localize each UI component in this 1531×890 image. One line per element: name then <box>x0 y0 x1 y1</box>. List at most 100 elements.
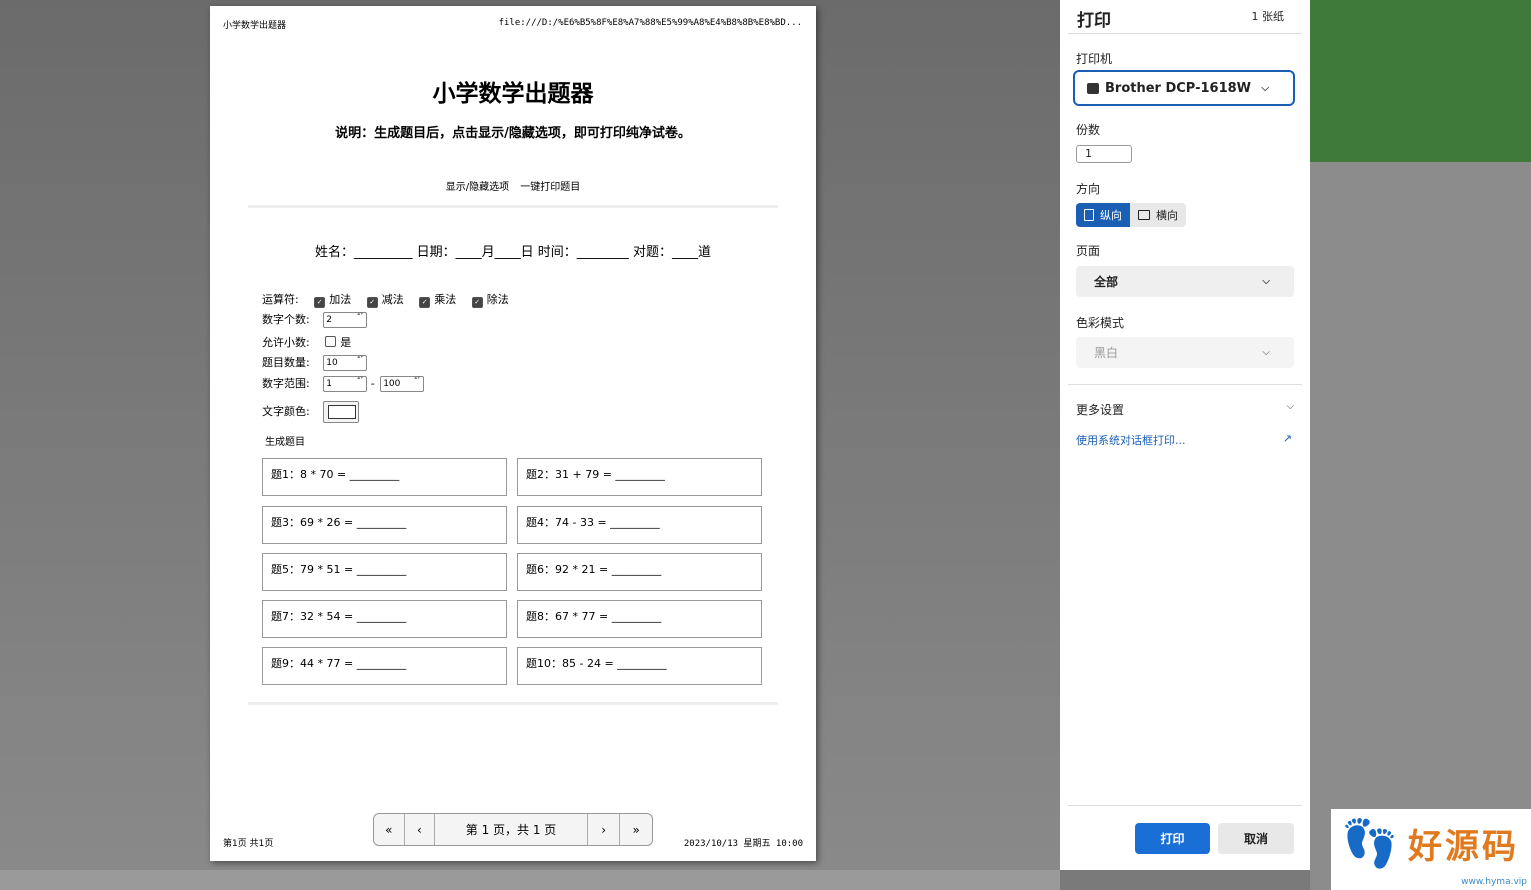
prev-page-button[interactable]: ‹ <box>405 814 436 845</box>
more-settings-toggle[interactable]: 更多设置 <box>1076 401 1124 418</box>
color-mode-label: 色彩模式 <box>1076 316 1125 330</box>
text-color-picker[interactable] <box>323 401 360 423</box>
quantity-label: 题目数量: <box>262 356 310 369</box>
panel-divider <box>1068 33 1302 34</box>
decimal-checkbox[interactable] <box>325 336 337 347</box>
chevron-down-icon: ⌵ <box>1261 82 1269 94</box>
portrait-button[interactable]: 纵向 <box>1076 203 1130 227</box>
page-indicator: 第 1 页，共 1 页 <box>435 814 588 845</box>
printer-select[interactable]: Brother DCP-1618W ⌵ <box>1073 70 1295 106</box>
checkbox-subtract[interactable]: ✓ <box>366 297 378 308</box>
checkbox-multiply[interactable]: ✓ <box>419 297 431 308</box>
op-divide-label: 除法 <box>486 293 509 306</box>
landscape-button[interactable]: 横向 <box>1130 203 1186 227</box>
decimal-row: 允许小数: 是 <box>262 334 351 350</box>
chevron-down-icon: ⌵ <box>1262 276 1270 287</box>
count-input[interactable]: 2 <box>323 310 368 328</box>
range-min-input[interactable]: 1 <box>323 374 368 392</box>
page-behind-gray <box>1310 162 1531 890</box>
operators-row: 运算符: ✓ 加法 ✓ 减法 ✓ 乘法 ✓ 除法 <box>262 291 509 308</box>
print-preview-page: 小学数学出题器 file:///D:/%E6%B5%8F%E8%A7%88%E5… <box>210 6 816 861</box>
color-mode-select: 黑白 ⌵ <box>1076 337 1294 368</box>
printer-label: 打印机 <box>1076 52 1113 66</box>
text-color-label: 文字颜色: <box>262 405 310 418</box>
question-box: 题1：8 * 70 = _________ <box>262 458 507 496</box>
pages-select[interactable]: 全部 ⌵ <box>1076 266 1294 297</box>
count-label: 数字个数: <box>262 313 310 326</box>
panel-divider <box>1068 805 1302 806</box>
panel-divider <box>1068 384 1302 385</box>
orientation-toggle: 纵向 横向 <box>1076 203 1186 227</box>
toggle-options-button[interactable]: 显示/隐藏选项 <box>446 182 509 193</box>
printer-name: Brother DCP-1618W <box>1105 80 1252 96</box>
chevron-down-icon: ⌵ <box>1286 401 1294 412</box>
print-button[interactable]: 打印 <box>1135 823 1210 854</box>
page-header-url: file:///D:/%E6%B5%8F%E8%A7%88%E5%99%A8%E… <box>498 18 802 28</box>
generate-button[interactable]: 生成题目 <box>265 433 305 448</box>
footprint-icon: 👣 <box>1341 816 1399 870</box>
landscape-icon <box>1138 210 1150 220</box>
description: 说明：生成题目后，点击显示/隐藏选项，即可打印纯净试卷。 <box>335 126 691 141</box>
question-box: 题7：32 * 54 = _________ <box>262 600 507 638</box>
quantity-input[interactable]: 10 <box>323 353 368 371</box>
pages-label: 页面 <box>1076 244 1101 258</box>
question-box: 题3：69 * 26 = _________ <box>262 506 507 544</box>
page-title: 小学数学出题器 <box>432 81 594 107</box>
chevron-down-icon: ⌵ <box>1262 347 1270 358</box>
bottom-strip <box>0 870 1060 890</box>
range-separator: - <box>370 377 375 390</box>
color-mode-value: 黑白 <box>1094 346 1119 360</box>
op-subtract-label: 减法 <box>381 293 404 306</box>
question-box: 题9：44 * 77 = _________ <box>262 647 507 685</box>
question-box: 题6：92 * 21 = _________ <box>517 553 762 591</box>
quantity-row: 题目数量: 10 <box>262 353 368 371</box>
page-header-title: 小学数学出题器 <box>223 21 287 31</box>
sheet-count: 1 张纸 <box>1251 10 1285 23</box>
pages-value: 全部 <box>1094 275 1119 289</box>
question-box: 题4：74 - 33 = _________ <box>517 506 762 544</box>
watermark-url: www.hyma.vip <box>1461 877 1527 887</box>
cancel-button[interactable]: 取消 <box>1218 823 1294 854</box>
question-box: 题10：85 - 24 = _________ <box>517 647 762 685</box>
count-row: 数字个数: 2 <box>262 310 368 328</box>
question-box: 题2：31 + 79 = _________ <box>517 458 762 496</box>
color-row: 文字颜色: <box>262 401 360 423</box>
range-label: 数字范围: <box>262 377 310 390</box>
checkbox-add[interactable]: ✓ <box>314 297 326 308</box>
page-navigator: « ‹ 第 1 页，共 1 页 › » <box>373 813 653 846</box>
action-buttons: 显示/隐藏选项 一键打印题目 <box>210 178 816 193</box>
page-footer-date: 2023/10/13 星期五 10:00 <box>683 839 803 849</box>
portrait-label: 纵向 <box>1100 209 1122 222</box>
page-behind-green <box>1310 0 1531 162</box>
op-multiply-label: 乘法 <box>434 293 457 306</box>
divider-bottom <box>248 702 778 705</box>
question-box: 题5：79 * 51 = _________ <box>262 553 507 591</box>
first-page-button[interactable]: « <box>374 814 405 845</box>
range-max-input[interactable]: 100 <box>380 374 425 392</box>
decimal-option-label: 是 <box>340 336 352 349</box>
question-box: 题8：67 * 77 = _________ <box>517 600 762 638</box>
range-row: 数字范围: 1 - 100 <box>262 374 425 392</box>
next-page-button[interactable]: › <box>588 814 621 845</box>
landscape-label: 横向 <box>1156 209 1178 222</box>
checkbox-divide[interactable]: ✓ <box>471 297 483 308</box>
watermark-text: 好源码 <box>1408 827 1519 867</box>
orientation-label: 方向 <box>1076 182 1101 196</box>
copies-label: 份数 <box>1076 123 1101 137</box>
student-info-line: 姓名：_________ 日期：____月____日 时间：________ 对… <box>315 245 711 260</box>
operators-label: 运算符: <box>262 293 299 306</box>
external-link-icon: ↗ <box>1282 432 1292 445</box>
printer-icon <box>1087 82 1099 94</box>
last-page-button[interactable]: » <box>620 814 652 845</box>
portrait-icon <box>1084 209 1094 221</box>
op-add-label: 加法 <box>329 293 352 306</box>
watermark-logo: 👣 好源码 www.hyma.vip <box>1331 809 1531 890</box>
copies-input[interactable]: 1 <box>1076 145 1132 163</box>
system-dialog-link[interactable]: 使用系统对话框打印... <box>1076 432 1186 448</box>
divider-top <box>248 205 778 208</box>
page-footer-count: 第1页 共1页 <box>223 839 274 849</box>
panel-title: 打印 <box>1077 11 1111 31</box>
decimal-label: 允许小数: <box>262 336 310 349</box>
print-questions-button[interactable]: 一键打印题目 <box>520 182 580 193</box>
print-settings-panel: 打印 1 张纸 打印机 Brother DCP-1618W ⌵ 份数 1 方向 … <box>1060 0 1310 870</box>
